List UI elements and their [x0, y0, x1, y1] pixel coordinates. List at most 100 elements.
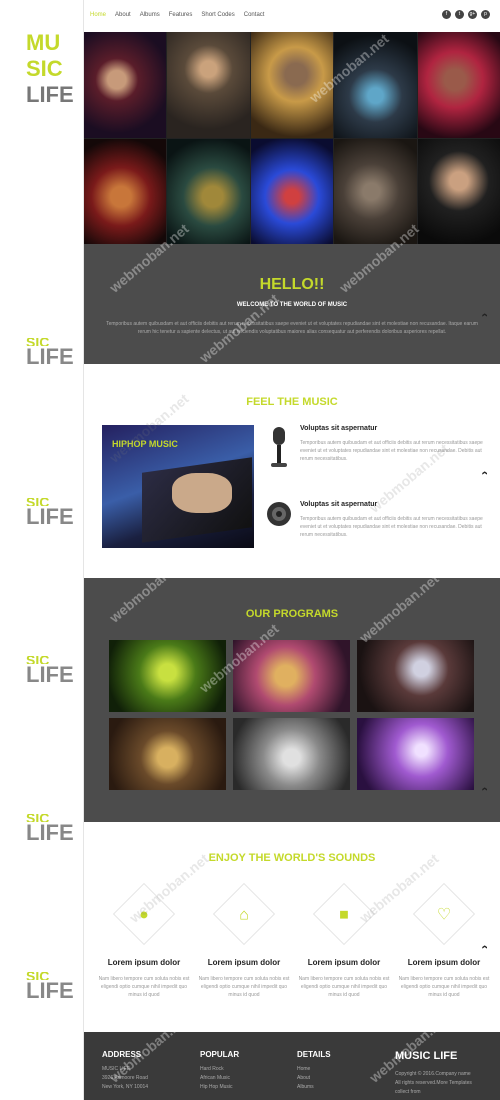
hello-subtitle: WELCOME TO THE WORLD OF MUSIC — [236, 302, 348, 308]
logo-ghost-5: SIC LIFE — [26, 972, 74, 1003]
feature-title: Voluptas sit aspernatur — [300, 425, 378, 432]
sounds-title: ENJOY THE WORLD'S SOUNDS — [208, 852, 376, 864]
card-title: Lorem ipsum dolor — [207, 958, 281, 967]
programs-title: OUR PROGRAMS — [245, 608, 339, 620]
footer-copyright: Copyright © 2016.Company name — [395, 1071, 471, 1077]
scroll-up-icon[interactable]: › — [477, 787, 491, 791]
speaker-icon — [267, 502, 291, 526]
footer-copyright[interactable]: collect from — [395, 1088, 472, 1097]
program-photo[interactable] — [233, 640, 350, 712]
sound-card: ● Lorem ipsum dolor Nam libero tempore c… — [98, 882, 190, 999]
gallery-photo[interactable] — [417, 138, 500, 244]
sound-card: ♡ Lorem ipsum dolor Nam libero tempore c… — [398, 882, 490, 999]
footer-link[interactable]: Home — [297, 1065, 331, 1074]
card-title: Lorem ipsum dolor — [107, 958, 181, 967]
feel-title: FEEL THE MUSIC — [246, 396, 338, 408]
diamond-frame: ■ — [312, 882, 376, 946]
scroll-up-icon[interactable]: › — [477, 471, 491, 475]
home-icon: ⌂ — [239, 906, 249, 924]
footer-popular: POPULAR Hard Rock African Music Hip Hop … — [200, 1050, 239, 1092]
sound-card: ■ Lorem ipsum dolor Nam libero tempore c… — [298, 882, 390, 999]
nav-features[interactable]: Features — [169, 12, 193, 18]
footer-brand-title: MUSIC LIFE — [395, 1050, 458, 1062]
diamond-frame: ⌂ — [212, 882, 276, 946]
main-nav: Home About Albums Features Short Codes C… — [90, 12, 264, 18]
footer-line: MUSIC LIFE — [102, 1066, 131, 1072]
logo-ghost-1: SIC LIFE — [26, 338, 74, 369]
nav-about[interactable]: About — [115, 12, 131, 18]
program-photo[interactable] — [109, 718, 226, 790]
card-text: Nam libero tempore cum soluta nobis est … — [398, 976, 490, 998]
sound-card: ⌂ Lorem ipsum dolor Nam libero tempore c… — [198, 882, 290, 999]
card-text: Nam libero tempore cum soluta nobis est … — [298, 976, 390, 998]
hello-title: HELLO!! — [259, 276, 325, 293]
hand-graphic — [172, 473, 232, 513]
nav-albums[interactable]: Albums — [140, 12, 160, 18]
footer-link[interactable]: Hip Hop Music — [200, 1083, 239, 1092]
heart-icon: ♡ — [436, 906, 452, 924]
photo-gallery — [84, 32, 500, 244]
program-photo[interactable] — [233, 718, 350, 790]
scroll-up-icon[interactable]: › — [477, 313, 491, 317]
nav-contact[interactable]: Contact — [244, 12, 265, 18]
page: { "brand":{"line1":"MU","line2":"SIC","l… — [0, 0, 500, 1100]
footer-heading: DETAILS — [297, 1050, 331, 1059]
gallery-photo[interactable] — [167, 138, 250, 244]
microphone-icon — [271, 427, 287, 467]
gallery-photo[interactable] — [84, 32, 167, 138]
program-photo[interactable] — [357, 718, 474, 790]
program-photo[interactable] — [109, 640, 226, 712]
sidebar: MU SIC LIFE SIC LIFE SIC LIFE SIC LIFE SIC L… — [0, 0, 84, 1100]
pinterest-icon[interactable]: p — [481, 10, 490, 19]
card-text: Nam libero tempore cum soluta nobis est … — [98, 976, 190, 998]
logo-line-2: SIC — [26, 56, 63, 81]
hiphop-label: HIPHOP MUSIC — [112, 439, 178, 449]
footer: ADDRESS MUSIC LIFE 3926 Anmoore Road New… — [84, 1032, 500, 1100]
footer-copyright[interactable]: All rights reserved.More Templates — [395, 1079, 472, 1088]
gallery-photo[interactable] — [334, 32, 417, 138]
nav-short-codes[interactable]: Short Codes — [201, 12, 234, 18]
logo-line-1: MU — [26, 30, 61, 55]
diamond-frame: ● — [112, 882, 176, 946]
top-nav-bar: Home About Albums Features Short Codes C… — [84, 0, 500, 32]
footer-link[interactable]: About — [297, 1074, 331, 1083]
gallery-photo[interactable] — [84, 138, 167, 244]
card-title: Lorem ipsum dolor — [307, 958, 381, 967]
logo-line-3: LIFE — [26, 82, 74, 107]
programs-section: OUR PROGRAMS › — [84, 578, 500, 822]
facebook-icon[interactable]: f — [442, 10, 451, 19]
card-text: Nam libero tempore cum soluta nobis est … — [198, 976, 290, 998]
feature-text: Temporibus autem quibusdam et aut offici… — [300, 440, 483, 462]
gallery-photo[interactable] — [250, 138, 334, 244]
hiphop-image[interactable]: HIPHOP MUSIC — [102, 425, 254, 548]
footer-brand: MUSIC LIFE Copyright © 2016.Company name… — [395, 1050, 472, 1097]
card-title: Lorem ipsum dolor — [407, 958, 481, 967]
footer-address: ADDRESS MUSIC LIFE 3926 Anmoore Road New… — [102, 1050, 148, 1092]
nav-home[interactable]: Home — [90, 12, 106, 18]
twitter-icon[interactable]: t — [455, 10, 464, 19]
programs-grid — [109, 640, 475, 790]
program-photo[interactable] — [357, 640, 474, 712]
google-plus-icon[interactable]: g+ — [468, 10, 477, 19]
gallery-photo[interactable] — [334, 138, 417, 244]
feature-text: Temporibus autem quibusdam et aut offici… — [300, 516, 483, 538]
footer-line: 3926 Anmoore Road — [102, 1075, 148, 1081]
footer-link[interactable]: African Music — [200, 1074, 239, 1083]
sounds-cards: ● Lorem ipsum dolor Nam libero tempore c… — [98, 882, 490, 999]
footer-details: DETAILS Home About Albums — [297, 1050, 331, 1092]
social-links: f t g+ p — [442, 10, 490, 19]
gallery-photo[interactable] — [250, 32, 334, 138]
gallery-photo[interactable] — [167, 32, 250, 138]
footer-link[interactable]: Albums — [297, 1083, 331, 1092]
logo-ghost-2: SIC LIFE — [26, 498, 74, 529]
site-logo[interactable]: MU SIC LIFE — [26, 30, 74, 108]
video-icon: ■ — [339, 906, 349, 924]
logo-ghost-3: SIC LIFE — [26, 656, 74, 687]
logo-ghost-4: SIC LIFE — [26, 814, 74, 845]
scroll-up-icon[interactable]: › — [477, 945, 491, 949]
footer-heading: ADDRESS — [102, 1050, 142, 1059]
footer-link[interactable]: Hard Rock — [200, 1065, 239, 1074]
user-icon: ● — [139, 906, 149, 924]
gallery-photo[interactable] — [417, 32, 500, 138]
diamond-frame: ♡ — [412, 882, 476, 946]
